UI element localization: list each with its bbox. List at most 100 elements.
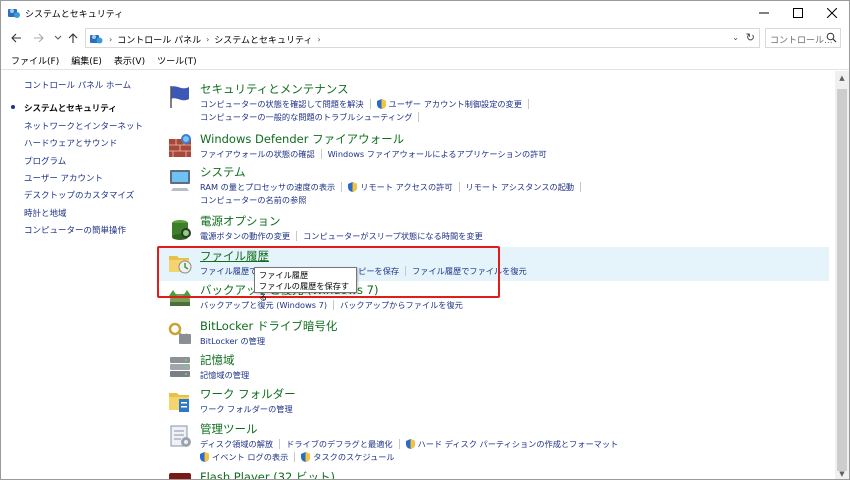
link-firewall-status[interactable]: ファイアウォールの状態の確認 xyxy=(200,148,315,160)
category-admin-tools: 管理ツール ディスク領域の解放 ドライブのデフラグと最適化 ハード ディスク パ… xyxy=(159,421,829,463)
menu-tools[interactable]: ツール(T) xyxy=(153,51,201,69)
link-bitlocker-manage[interactable]: BitLocker の管理 xyxy=(200,335,265,347)
close-icon xyxy=(827,8,837,18)
address-dropdown-icon[interactable]: ⌄ xyxy=(732,33,739,42)
link-separator xyxy=(458,182,460,192)
link-storage-manage[interactable]: 記憶域の管理 xyxy=(200,369,249,381)
category-storage-spaces: 記憶域 記憶域の管理 xyxy=(159,352,829,384)
link-remote-assistance[interactable]: リモート アシスタンスの起動 xyxy=(466,181,575,193)
link-ram-processor[interactable]: RAM の量とプロセッサの速度の表示 xyxy=(200,181,335,193)
computer-icon xyxy=(170,170,190,191)
link-work-folders-manage[interactable]: ワーク フォルダーの管理 xyxy=(200,403,293,415)
link-restore-from-backup[interactable]: バックアップからファイルを復元 xyxy=(340,299,463,311)
up-button[interactable] xyxy=(66,31,80,45)
uac-shield-icon xyxy=(348,182,358,192)
scroll-down-icon[interactable]: ▼ xyxy=(835,467,849,479)
link-remote-access[interactable]: リモート アクセスの許可 xyxy=(360,181,452,193)
chevron-right-icon: › xyxy=(317,35,321,44)
address-bar[interactable]: › コントロール パネル › システムとセキュリティ › ⌄ ↻ xyxy=(85,28,760,48)
current-item-bullet xyxy=(11,105,15,109)
category-power: 電源オプション 電源ボタンの動作の変更 コンピューターがスリープ状態になる時間を… xyxy=(159,213,829,245)
scroll-up-icon[interactable]: ▲ xyxy=(835,71,849,85)
link-sleep-time[interactable]: コンピューターがスリープ状態になる時間を変更 xyxy=(303,230,483,242)
link-computer-name[interactable]: コンピューターの名前の参照 xyxy=(200,194,306,206)
close-button[interactable] xyxy=(815,1,849,25)
category-security-maintenance: セキュリティとメンテナンス コンピューターの状態を確認して問題を解決 ユーザー … xyxy=(159,81,829,123)
nav-hardware-sound[interactable]: ハードウェアとサウンド xyxy=(24,137,117,149)
link-separator xyxy=(341,182,343,192)
menu-bar: ファイル(F) 編集(E) 表示(V) ツール(T) xyxy=(1,51,849,69)
link-task-scheduler[interactable]: タスクのスケジュール xyxy=(313,451,394,463)
nav-user-accounts[interactable]: ユーザー アカウント xyxy=(24,172,103,184)
link-event-log[interactable]: イベント ログの表示 xyxy=(212,451,288,463)
work-folders-icon xyxy=(169,393,189,412)
address-row: › コントロール パネル › システムとセキュリティ › ⌄ ↻ コントロール.… xyxy=(1,26,849,50)
back-arrow-icon xyxy=(10,33,21,43)
breadcrumb-system-security[interactable]: システムとセキュリティ xyxy=(214,33,312,46)
power-options-icon xyxy=(172,220,191,240)
link-uac-settings[interactable]: ユーザー アカウント制御設定の変更 xyxy=(389,98,522,110)
storage-spaces-icon xyxy=(170,357,190,377)
title-bar: システムとセキュリティ xyxy=(1,1,849,25)
search-box[interactable]: コントロール... xyxy=(765,28,841,48)
link-separator xyxy=(527,99,529,109)
minimize-icon xyxy=(759,12,769,14)
link-separator xyxy=(296,231,298,241)
nav-control-panel-home[interactable]: コントロール パネル ホーム xyxy=(24,79,131,91)
firewall-icon xyxy=(169,134,191,157)
category-title[interactable]: 管理ツール xyxy=(200,421,258,437)
maximize-button[interactable] xyxy=(781,1,815,25)
category-flash-player: Flash Player (32 ビット) xyxy=(159,469,829,479)
refresh-icon[interactable]: ↻ xyxy=(746,31,755,44)
uac-shield-icon xyxy=(301,452,311,462)
flash-player-icon xyxy=(169,473,191,479)
link-partition[interactable]: ハード ディスク パーティションの作成とフォーマット xyxy=(418,438,619,450)
link-separator xyxy=(580,182,582,192)
nav-programs[interactable]: プログラム xyxy=(24,155,66,167)
menu-file[interactable]: ファイル(F) xyxy=(7,51,63,69)
breadcrumb-control-panel[interactable]: コントロール パネル xyxy=(117,33,201,46)
category-title[interactable]: Windows Defender ファイアウォール xyxy=(200,131,404,147)
category-title[interactable]: システム xyxy=(200,164,246,180)
control-panel-icon xyxy=(90,35,103,44)
forward-button[interactable] xyxy=(31,31,45,45)
breadcrumb: › コントロール パネル › システムとセキュリティ › xyxy=(109,33,326,46)
category-links: 電源ボタンの動作の変更 コンピューターがスリープ状態になる時間を変更 xyxy=(200,230,483,242)
minimize-button[interactable] xyxy=(747,1,781,25)
category-title[interactable]: Flash Player (32 ビット) xyxy=(200,469,335,479)
category-title[interactable]: 記憶域 xyxy=(200,352,235,368)
link-troubleshooting[interactable]: コンピューターの一般的な問題のトラブルシューティング xyxy=(200,111,412,123)
category-firewall: Windows Defender ファイアウォール ファイアウォールの状態の確認… xyxy=(159,131,829,163)
nav-network-internet[interactable]: ネットワークとインターネット xyxy=(24,120,143,132)
category-links: コンピューターの一般的な問題のトラブルシューティング xyxy=(200,111,425,123)
link-power-button[interactable]: 電源ボタンの動作の変更 xyxy=(200,230,290,242)
chevron-right-icon: › xyxy=(206,35,210,44)
category-title[interactable]: ワーク フォルダー xyxy=(200,386,296,402)
category-links: ファイアウォールの状態の確認 Windows ファイアウォールによるアプリケーシ… xyxy=(200,148,547,160)
link-allow-app[interactable]: Windows ファイアウォールによるアプリケーションの許可 xyxy=(328,148,547,160)
link-separator xyxy=(279,439,281,449)
nav-clock-region[interactable]: 時計と地域 xyxy=(24,207,67,219)
search-placeholder: コントロール... xyxy=(770,36,833,46)
category-links: RAM の量とプロセッサの速度の表示 リモート アクセスの許可 リモート アシス… xyxy=(200,181,587,193)
link-defrag[interactable]: ドライブのデフラグと最適化 xyxy=(286,438,392,450)
up-arrow-icon xyxy=(68,32,78,43)
menu-view[interactable]: 表示(V) xyxy=(110,51,149,69)
back-button[interactable] xyxy=(9,31,23,45)
category-title[interactable]: BitLocker ドライブ暗号化 xyxy=(200,318,337,334)
nav-desktop-customization[interactable]: デスクトップのカスタマイズ xyxy=(24,189,134,201)
category-title[interactable]: 電源オプション xyxy=(200,213,281,229)
scroll-thumb[interactable] xyxy=(837,89,847,471)
link-disk-cleanup[interactable]: ディスク領域の解放 xyxy=(200,438,273,450)
category-title[interactable]: セキュリティとメンテナンス xyxy=(200,81,349,97)
category-links: ディスク領域の解放 ドライブのデフラグと最適化 ハード ディスク パーティション… xyxy=(200,438,618,450)
link-check-status[interactable]: コンピューターの状態を確認して問題を解決 xyxy=(200,98,364,110)
nav-ease-of-access[interactable]: コンピューターの簡単操作 xyxy=(24,224,126,236)
menu-edit[interactable]: 編集(E) xyxy=(67,51,106,69)
bitlocker-icon xyxy=(168,322,191,344)
category-links: ワーク フォルダーの管理 xyxy=(200,403,293,415)
category-links: コンピューターの状態を確認して問題を解決 ユーザー アカウント制御設定の変更 xyxy=(200,98,535,110)
recent-locations-button[interactable] xyxy=(51,31,65,45)
link-separator xyxy=(418,112,420,122)
admin-tools-icon xyxy=(170,425,191,447)
